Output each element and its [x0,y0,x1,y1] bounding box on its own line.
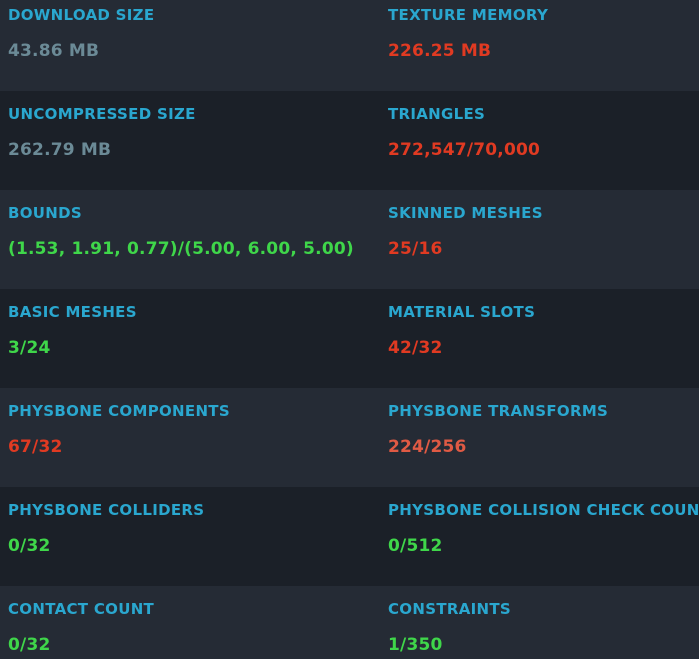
stat-value: 67/32 [8,437,63,457]
stat-download-size: DOWNLOAD SIZE 43.86 MB [8,0,380,91]
stat-label: CONTACT COUNT [8,600,155,618]
stat-skinned-meshes: SKINNED MESHES 25/16 [388,190,699,289]
stat-label: CONSTRAINTS [388,600,511,618]
stat-value: 25/16 [388,239,443,259]
stat-value: 43.86 MB [8,41,100,61]
stat-value: 42/32 [388,338,443,358]
stat-value: 272,547/70,000 [388,140,541,160]
stat-label: PHYSBONE COLLISION CHECK COUNT [388,501,699,519]
stat-label: TRIANGLES [388,105,486,123]
stat-value: 0/32 [8,536,51,556]
stat-label: TEXTURE MEMORY [388,6,549,24]
stat-basic-meshes: BASIC MESHES 3/24 [8,289,380,388]
stat-value: 224/256 [388,437,467,457]
stat-label: PHYSBONE COMPONENTS [8,402,230,420]
stat-value: 0/32 [8,635,51,655]
stat-physbone-collision-check-count: PHYSBONE COLLISION CHECK COUNT 0/512 [388,487,699,586]
stat-physbone-transforms: PHYSBONE TRANSFORMS 224/256 [388,388,699,487]
stats-row: BOUNDS (1.53, 1.91, 0.77)/(5.00, 6.00, 5… [0,190,699,289]
stat-value: 3/24 [8,338,51,358]
stat-physbone-colliders: PHYSBONE COLLIDERS 0/32 [8,487,380,586]
stats-row: DOWNLOAD SIZE 43.86 MB TEXTURE MEMORY 22… [0,0,699,91]
stat-texture-memory: TEXTURE MEMORY 226.25 MB [388,0,699,91]
stats-row: PHYSBONE COLLIDERS 0/32 PHYSBONE COLLISI… [0,487,699,586]
stats-row: PHYSBONE COMPONENTS 67/32 PHYSBONE TRANS… [0,388,699,487]
stat-label: PHYSBONE TRANSFORMS [388,402,609,420]
stat-value: (1.53, 1.91, 0.77)/(5.00, 6.00, 5.00) [8,239,354,259]
stats-row: CONTACT COUNT 0/32 CONSTRAINTS 1/350 [0,586,699,659]
stat-bounds: BOUNDS (1.53, 1.91, 0.77)/(5.00, 6.00, 5… [8,190,380,289]
stat-label: SKINNED MESHES [388,204,543,222]
stat-material-slots: MATERIAL SLOTS 42/32 [388,289,699,388]
stat-constraints: CONSTRAINTS 1/350 [388,586,699,659]
stat-label: UNCOMPRESSED SIZE [8,105,196,123]
stat-label: MATERIAL SLOTS [388,303,536,321]
stats-row: UNCOMPRESSED SIZE 262.79 MB TRIANGLES 27… [0,91,699,190]
stat-label: BOUNDS [8,204,82,222]
stat-value: 262.79 MB [8,140,112,160]
stat-value: 0/512 [388,536,443,556]
stat-contact-count: CONTACT COUNT 0/32 [8,586,380,659]
stats-row: BASIC MESHES 3/24 MATERIAL SLOTS 42/32 [0,289,699,388]
stat-value: 226.25 MB [388,41,492,61]
stat-triangles: TRIANGLES 272,547/70,000 [388,91,699,190]
performance-stats-grid: DOWNLOAD SIZE 43.86 MB TEXTURE MEMORY 22… [0,0,699,659]
stat-label: BASIC MESHES [8,303,137,321]
stat-label: DOWNLOAD SIZE [8,6,155,24]
stat-uncompressed-size: UNCOMPRESSED SIZE 262.79 MB [8,91,380,190]
stat-label: PHYSBONE COLLIDERS [8,501,205,519]
stat-value: 1/350 [388,635,443,655]
stat-physbone-components: PHYSBONE COMPONENTS 67/32 [8,388,380,487]
